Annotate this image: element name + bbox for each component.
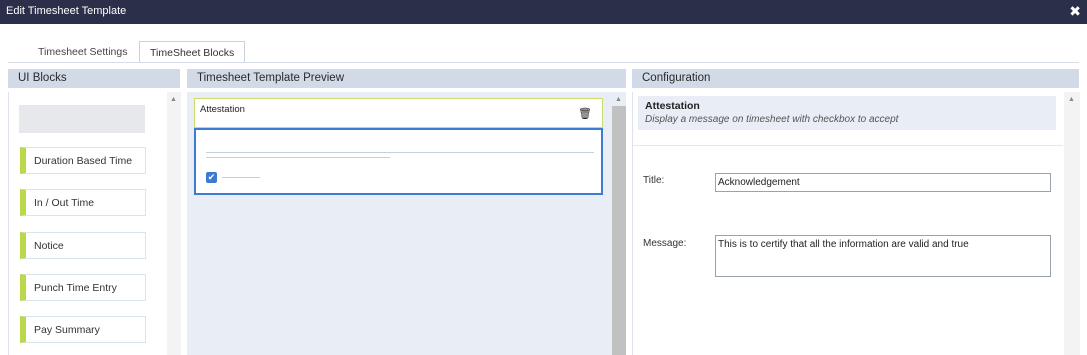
- attestation-block[interactable]: Attestation 🗑 ✔: [194, 98, 603, 195]
- message-placeholder-line: [206, 157, 390, 158]
- attestation-block-header: Attestation 🗑: [194, 98, 603, 128]
- block-item-punch[interactable]: Punch Time Entry: [20, 274, 146, 301]
- config-block-name: Attestation: [645, 100, 700, 112]
- checkbox-icon: ✔: [206, 172, 217, 183]
- scroll-up-icon[interactable]: ▲: [1068, 96, 1075, 103]
- block-item-pay-summary[interactable]: Pay Summary: [20, 316, 146, 343]
- preview-header: Timesheet Template Preview: [187, 69, 626, 88]
- attestation-block-title: Attestation: [200, 104, 245, 115]
- configuration-panel: Attestation Display a message on timeshe…: [632, 92, 1080, 355]
- window-titlebar: Edit Timesheet Template ✖: [0, 0, 1087, 24]
- message-placeholder-line: [206, 152, 594, 153]
- block-placeholder: [19, 105, 145, 133]
- message-label: Message:: [643, 238, 687, 249]
- title-input[interactable]: Acknowledgement: [715, 173, 1051, 192]
- attestation-block-body: ✔: [194, 128, 603, 195]
- trash-icon[interactable]: 🗑: [578, 107, 592, 120]
- config-block-info: Attestation Display a message on timeshe…: [638, 96, 1056, 130]
- block-item-notice[interactable]: Notice: [20, 232, 146, 259]
- window-title: Edit Timesheet Template: [6, 5, 127, 17]
- ui-blocks-scrollbar[interactable]: ▲: [167, 92, 181, 355]
- checkbox-label-placeholder: [222, 177, 260, 178]
- scroll-up-icon[interactable]: ▲: [615, 96, 622, 103]
- title-label: Title:: [643, 175, 665, 186]
- scroll-up-icon[interactable]: ▲: [170, 96, 177, 103]
- config-divider: [633, 145, 1063, 146]
- configuration-header: Configuration: [632, 69, 1079, 88]
- tab-timesheet-settings[interactable]: Timesheet Settings: [28, 41, 138, 63]
- close-icon[interactable]: ✖: [1069, 3, 1081, 19]
- block-item-in-out[interactable]: In / Out Time: [20, 189, 146, 216]
- block-item-duration[interactable]: Duration Based Time: [20, 147, 146, 174]
- configuration-scrollbar[interactable]: ▲: [1064, 92, 1080, 355]
- preview-panel: Attestation 🗑 ✔ ▲: [187, 92, 626, 355]
- preview-scrollbar[interactable]: [612, 106, 626, 355]
- ui-blocks-panel: Duration Based Time In / Out Time Notice…: [8, 92, 181, 355]
- preview-scroll-up[interactable]: ▲: [612, 92, 626, 106]
- config-block-description: Display a message on timesheet with chec…: [645, 114, 899, 125]
- tab-timesheet-blocks[interactable]: TimeSheet Blocks: [139, 41, 246, 63]
- message-textarea[interactable]: This is to certify that all the informat…: [715, 235, 1051, 277]
- tab-divider: [8, 62, 1079, 63]
- ui-blocks-header: UI Blocks: [8, 69, 180, 88]
